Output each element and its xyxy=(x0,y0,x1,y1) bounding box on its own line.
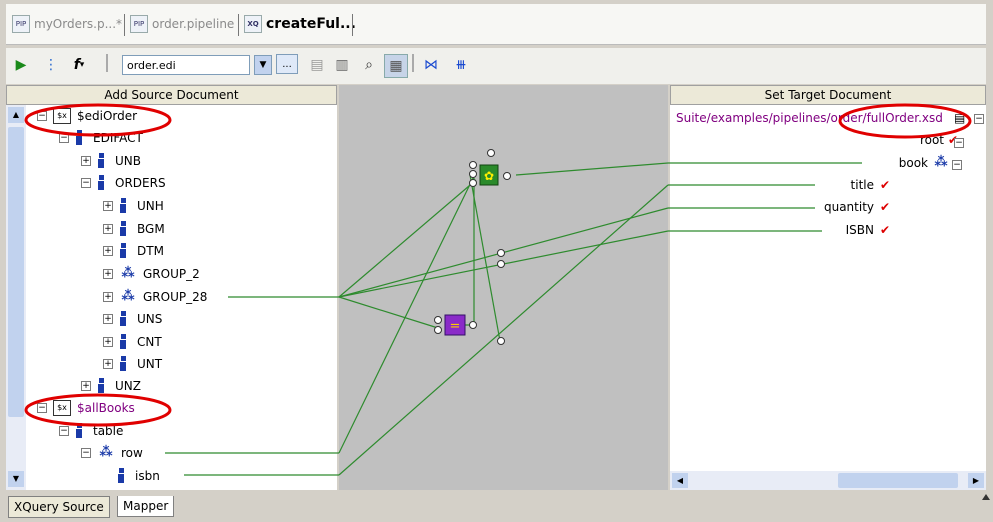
link-line xyxy=(338,179,477,298)
connector-port xyxy=(487,149,495,157)
highlight-ellipse xyxy=(24,103,172,137)
connector-port xyxy=(434,316,442,324)
tab-label: XQuery Source xyxy=(14,500,104,514)
mapping-links-overlay: ✿ = xyxy=(24,103,990,500)
bottom-tab-bar: XQuery Source Mapper xyxy=(6,492,986,522)
link-line xyxy=(515,162,669,176)
connector-port xyxy=(434,326,442,334)
tab-label: Mapper xyxy=(123,499,169,513)
connector-port xyxy=(469,179,477,187)
equals-symbol: = xyxy=(450,319,461,334)
highlight-ellipse xyxy=(838,103,972,139)
tab-xquery-source[interactable]: XQuery Source xyxy=(8,496,110,518)
link-line xyxy=(338,184,669,476)
function-symbol: ✿ xyxy=(484,169,494,183)
link-line xyxy=(338,171,477,454)
connector-port xyxy=(497,337,505,345)
connector-port xyxy=(497,249,505,257)
connector-port xyxy=(503,172,511,180)
connector-port xyxy=(469,170,477,178)
highlight-ellipse xyxy=(24,393,172,427)
connector-port xyxy=(497,260,505,268)
connector-port xyxy=(469,161,477,169)
connector-port xyxy=(469,321,477,329)
tab-mapper[interactable]: Mapper xyxy=(117,496,175,517)
link-line xyxy=(338,296,439,329)
